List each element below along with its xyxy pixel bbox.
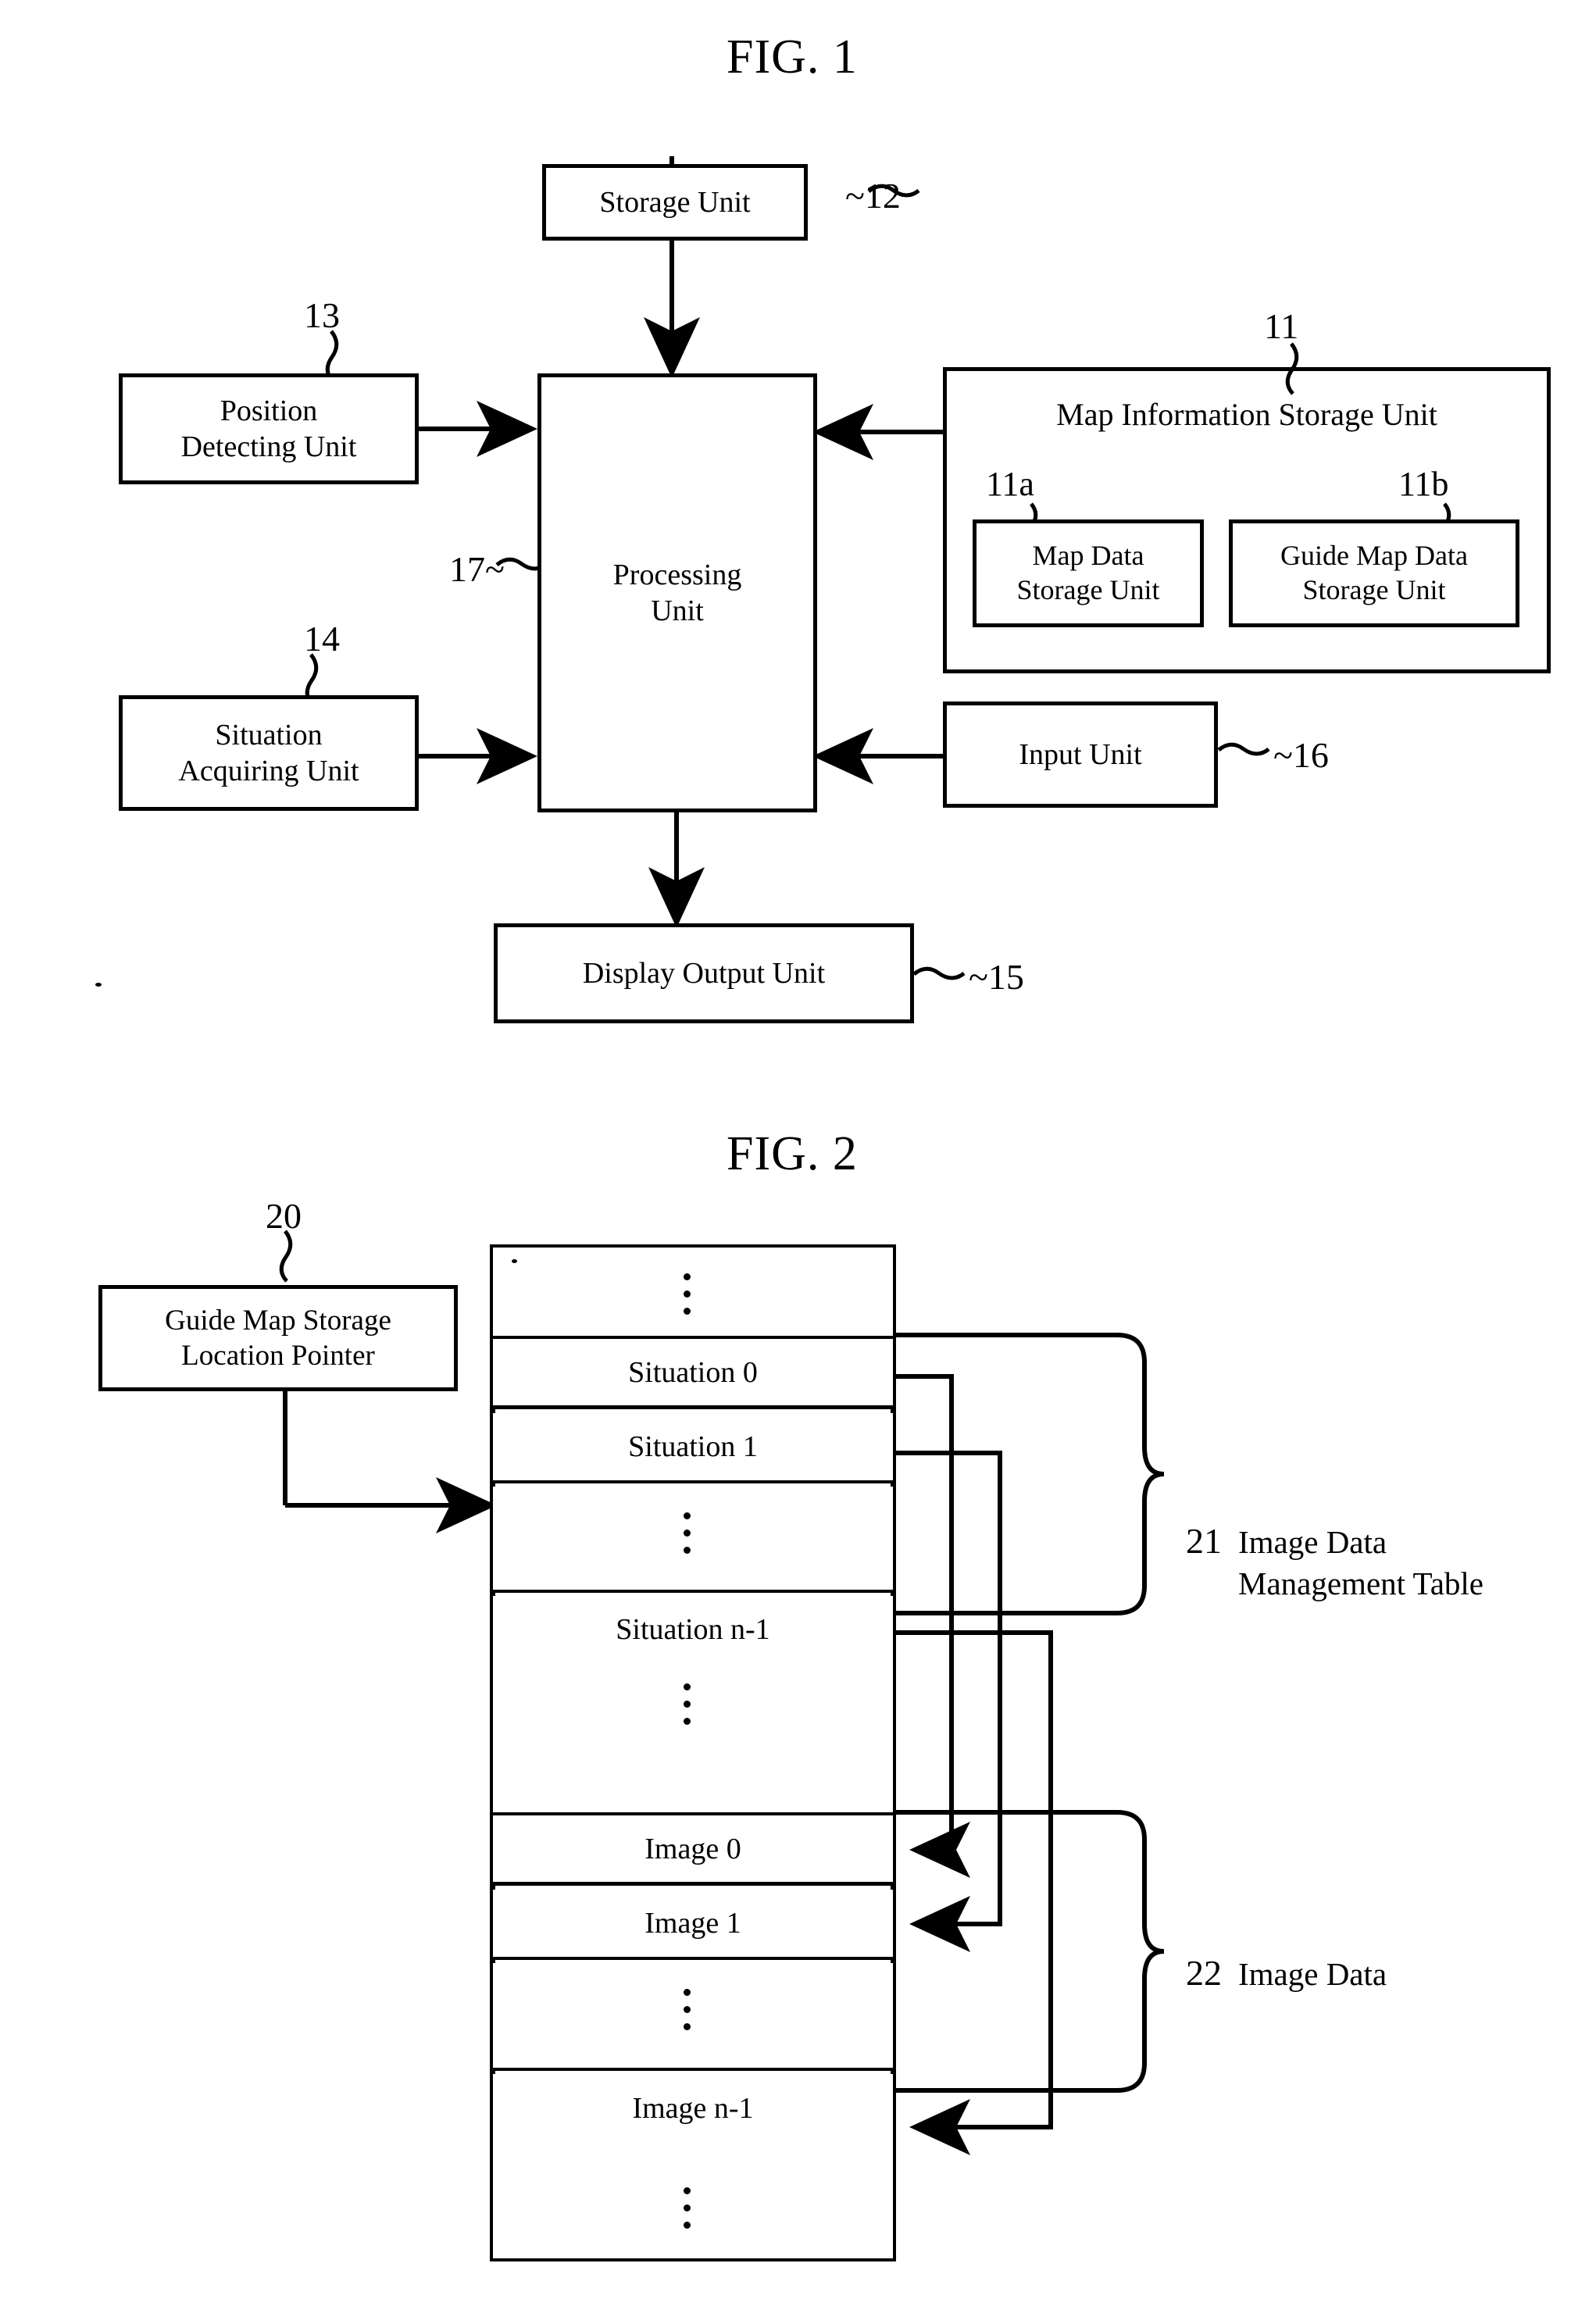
table-row-situation-n-1-label: Situation n-1 [616, 1613, 770, 1646]
leader-16 [1217, 742, 1270, 756]
block-situation-acquiring-unit: Situation Acquiring Unit [119, 695, 419, 811]
block-display-output-unit: Display Output Unit [494, 923, 914, 1023]
block-map-data-storage-unit-label: Map Data Storage Unit [1016, 540, 1160, 605]
brace-22 [896, 1810, 1165, 2093]
map-line-situationN-imageN [894, 1630, 1053, 2155]
block-input-unit: Input Unit [943, 701, 1218, 808]
block-processing-unit-label: Processing Unit [612, 558, 742, 627]
block-guide-map-data-storage-unit: Guide Map Data Storage Unit [1229, 519, 1519, 627]
ref-14: 14 [304, 619, 340, 659]
ref-11b: 11b [1398, 465, 1449, 503]
table-row-image-n-1: Image n-1 [493, 2074, 893, 2143]
table-row-situation-1-label: Situation 1 [628, 1430, 758, 1463]
ref-20: 20 [266, 1196, 302, 1236]
table-row-image-0-label: Image 0 [644, 1832, 741, 1865]
caption-image-data-management-table: Image Data Management Table [1238, 1524, 1484, 1602]
ref-17: 17~ [449, 549, 505, 589]
scan-speck [512, 1259, 517, 1263]
ellipsis-bottom [684, 2187, 691, 2229]
ref-22: 22 [1186, 1953, 1222, 1993]
block-input-unit-label: Input Unit [1019, 737, 1142, 771]
figure-1-title: FIG. 1 [727, 30, 858, 84]
table-row-situation-0: Situation 0 [493, 1339, 893, 1409]
ref-11a: 11a [986, 465, 1034, 503]
brace-21 [896, 1333, 1165, 1615]
ellipsis-situations [684, 1512, 691, 1554]
ellipsis-top [684, 1273, 691, 1315]
block-guide-map-data-storage-unit-label: Guide Map Data Storage Unit [1280, 540, 1468, 605]
ellipsis-images [684, 1989, 691, 2030]
scan-speck [95, 983, 102, 987]
table-row-image-1: Image 1 [493, 1890, 893, 1960]
patent-drawing-sheet: FIG. 1 Storage Unit ~12 13 Position Dete… [0, 0, 1596, 2306]
table-row-situation-0-label: Situation 0 [628, 1355, 758, 1389]
table-row-situation-n-1: Situation n-1 [493, 1596, 893, 1663]
figure-2-title: FIG. 2 [727, 1127, 858, 1180]
table-row-situation-1: Situation 1 [493, 1413, 893, 1483]
table-row-image-n-1-label: Image n-1 [632, 2092, 754, 2125]
block-guide-map-storage-location-pointer-label: Guide Map Storage Location Pointer [165, 1304, 391, 1372]
leader-15 [912, 966, 966, 980]
map-line-situation0-image0 [894, 1374, 970, 1878]
ellipsis-middle [684, 1683, 691, 1725]
block-storage-unit: Storage Unit [542, 164, 808, 241]
block-position-detecting-unit-label: Position Detecting Unit [180, 394, 357, 463]
table-row-situation-gap [493, 1487, 893, 1593]
table-row-image-0: Image 0 [493, 1815, 893, 1886]
block-map-information-storage-unit-label: Map Information Storage Unit [1056, 397, 1437, 432]
map-line-situation1-image1 [894, 1451, 1002, 1952]
caption-image-data: Image Data [1238, 1956, 1387, 1992]
block-guide-map-storage-location-pointer: Guide Map Storage Location Pointer [98, 1285, 458, 1391]
block-storage-unit-label: Storage Unit [599, 185, 751, 219]
leader-20 [279, 1230, 293, 1283]
ref-12: ~12 [845, 176, 901, 216]
block-position-detecting-unit: Position Detecting Unit [119, 373, 419, 484]
connector-pointer-memory [283, 1390, 497, 1533]
block-situation-acquiring-unit-label: Situation Acquiring Unit [178, 718, 359, 787]
ref-16: ~16 [1273, 735, 1329, 775]
block-map-data-storage-unit: Map Data Storage Unit [973, 519, 1204, 627]
table-row-image-1-label: Image 1 [644, 1907, 741, 1940]
ref-15: ~15 [969, 957, 1024, 997]
table-row-image-gap [493, 1963, 893, 2071]
ref-11: 11 [1264, 306, 1299, 346]
ref-13: 13 [304, 295, 340, 335]
ref-21: 21 [1186, 1521, 1222, 1561]
block-processing-unit: Processing Unit [537, 373, 817, 812]
block-display-output-unit-label: Display Output Unit [582, 956, 826, 990]
